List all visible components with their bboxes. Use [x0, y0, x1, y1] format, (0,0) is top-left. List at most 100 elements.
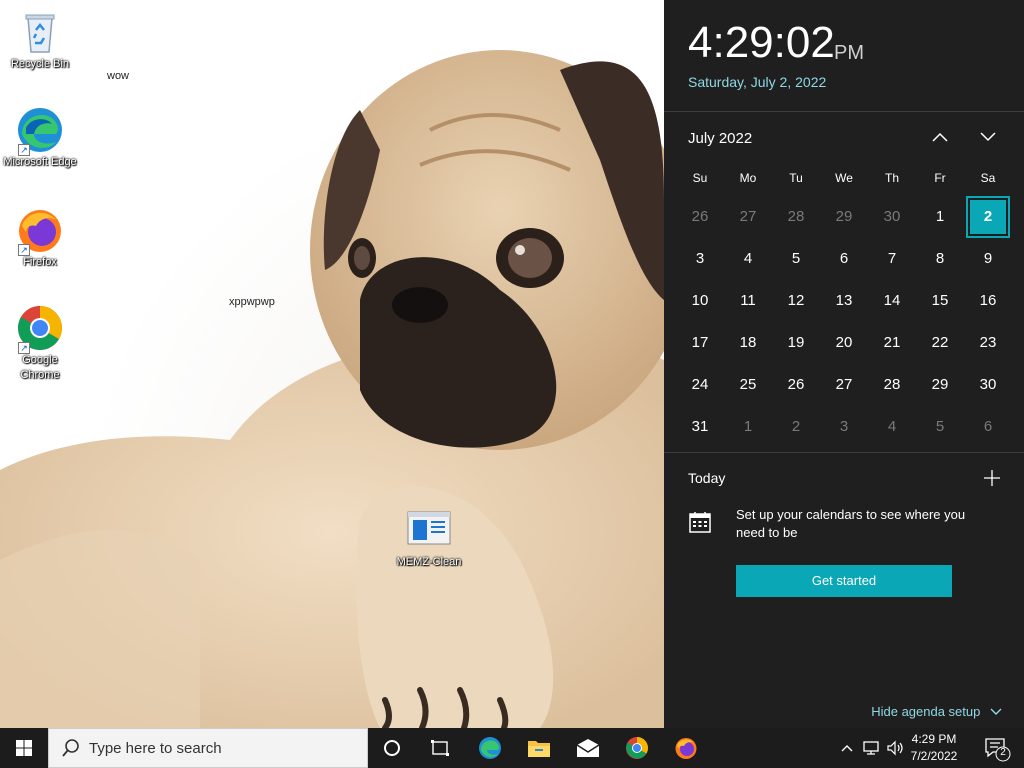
calendar-day[interactable]: 3 — [820, 406, 868, 448]
calendar-day[interactable]: 23 — [964, 322, 1012, 364]
calendar-day-label: 22 — [931, 334, 949, 351]
calendar-day[interactable]: 29 — [916, 364, 964, 406]
divider — [664, 111, 1024, 112]
calendar-day[interactable]: 5 — [916, 406, 964, 448]
calendar-day[interactable]: 20 — [820, 322, 868, 364]
volume-button[interactable] — [884, 728, 906, 768]
calendar-day[interactable]: 26 — [676, 196, 724, 238]
calendar-day[interactable]: 15 — [916, 280, 964, 322]
hide-agenda-setup-link[interactable]: Hide agenda setup — [871, 704, 1002, 719]
action-center-button[interactable]: 2 — [976, 728, 1016, 768]
calendar-day[interactable]: 14 — [868, 280, 916, 322]
desktop-icon-firefox[interactable]: ↗ Firefox — [2, 206, 78, 270]
taskbar-mail-button[interactable] — [564, 728, 612, 768]
calendar-day[interactable]: 3 — [676, 238, 724, 280]
calendar-day[interactable]: 1 — [724, 406, 772, 448]
flyout-clock-ampm: PM — [834, 42, 864, 64]
calendar-day[interactable]: 17 — [676, 322, 724, 364]
calendar-day[interactable]: 28 — [772, 196, 820, 238]
search-placeholder: Type here to search — [89, 740, 222, 757]
calendar-day-label: 21 — [883, 334, 901, 351]
calendar-day[interactable]: 28 — [868, 364, 916, 406]
calendar-day-label: 27 — [835, 376, 853, 393]
network-button[interactable] — [860, 728, 882, 768]
calendar-weeks: 26 27 28 29 30 1 2 3 4 5 6 7 8 9 10 11 12 13 14 15 16 17 18 19 2… — [676, 196, 1012, 448]
taskbar-chrome-button[interactable] — [613, 728, 661, 768]
calendar-day-label: 5 — [791, 250, 801, 267]
calendar-day[interactable]: 4 — [868, 406, 916, 448]
next-month-button[interactable] — [973, 124, 1003, 152]
chrome-icon: ↗ — [16, 304, 64, 354]
calendar-day[interactable]: 30 — [868, 196, 916, 238]
calendar-day-label: 13 — [835, 292, 853, 309]
start-button[interactable] — [0, 728, 48, 768]
calendar-day[interactable]: 1 — [916, 196, 964, 238]
calendar-day[interactable]: 30 — [964, 364, 1012, 406]
window-app-icon — [405, 506, 453, 554]
calendar-week-row: 26 27 28 29 30 1 2 — [676, 196, 1012, 238]
desktop-icon-chrome[interactable]: ↗ Google Chrome — [2, 304, 78, 383]
calendar-day[interactable]: 24 — [676, 364, 724, 406]
month-year-label[interactable]: July 2022 — [688, 130, 752, 147]
flyout-clock-time: 4:29:02 — [688, 18, 835, 67]
calendar-day[interactable]: 10 — [676, 280, 724, 322]
calendar-day[interactable]: 12 — [772, 280, 820, 322]
taskbar-file-explorer-button[interactable] — [515, 728, 563, 768]
cortana-button[interactable] — [368, 728, 416, 768]
agenda-title: Today — [688, 470, 726, 486]
calendar-day[interactable]: 27 — [820, 364, 868, 406]
get-started-button[interactable]: Get started — [736, 565, 952, 597]
calendar-day[interactable]: 19 — [772, 322, 820, 364]
desktop-icon-memz-clean[interactable]: MEMZ-Clean — [391, 506, 467, 570]
calendar-day[interactable]: 29 — [820, 196, 868, 238]
cortana-icon — [384, 740, 400, 756]
calendar-day-label: 30 — [883, 208, 901, 225]
add-event-button[interactable] — [980, 466, 1004, 490]
desktop-icon-recycle-bin[interactable]: Recycle Bin — [2, 8, 78, 72]
calendar-day-label: 3 — [839, 418, 849, 435]
agenda-setup-message: Set up your calendars to see where you n… — [736, 507, 966, 540]
calendar-day[interactable]: 9 — [964, 238, 1012, 280]
calendar-day[interactable]: 18 — [724, 322, 772, 364]
calendar-day[interactable]: 11 — [724, 280, 772, 322]
plus-icon — [984, 470, 1000, 486]
calendar-day[interactable]: 31 — [676, 406, 724, 448]
calendar-day-label: 26 — [691, 208, 709, 225]
taskbar-clock[interactable]: 4:29 PM 7/2/2022 — [904, 731, 964, 765]
task-view-button[interactable] — [416, 728, 464, 768]
calendar-day-label: 25 — [739, 376, 757, 393]
weekday-header-row: Su Mo Tu We Th Fr Sa — [676, 160, 1012, 196]
calendar-day[interactable]: 5 — [772, 238, 820, 280]
calendar-day[interactable]: 27 — [724, 196, 772, 238]
calendar-day-label: 10 — [691, 292, 709, 309]
chevron-down-icon — [980, 132, 996, 142]
desktop-icon-edge[interactable]: ↗ Microsoft Edge — [2, 106, 78, 170]
calendar-day-label: 12 — [787, 292, 805, 309]
calendar-flyout: 4:29:02 PM Saturday, July 2, 2022 July 2… — [664, 0, 1024, 728]
flyout-date-link[interactable]: Saturday, July 2, 2022 — [688, 74, 826, 90]
taskbar-search-box[interactable]: Type here to search — [48, 728, 368, 768]
calendar-day-label: 28 — [883, 376, 901, 393]
calendar-day[interactable]: 22 — [916, 322, 964, 364]
calendar-day[interactable]: 16 — [964, 280, 1012, 322]
previous-month-button[interactable] — [925, 124, 955, 152]
calendar-day-selected[interactable]: 2 — [964, 196, 1012, 238]
calendar-day[interactable]: 4 — [724, 238, 772, 280]
calendar-day[interactable]: 7 — [868, 238, 916, 280]
calendar-day-label: 7 — [887, 250, 897, 267]
calendar-day[interactable]: 13 — [820, 280, 868, 322]
calendar-day-label: 16 — [979, 292, 997, 309]
calendar-day[interactable]: 6 — [820, 238, 868, 280]
calendar-day[interactable]: 21 — [868, 322, 916, 364]
task-view-icon — [431, 740, 449, 756]
show-hidden-icons-button[interactable] — [838, 728, 856, 768]
calendar-day-label: 2 — [791, 418, 801, 435]
calendar-day[interactable]: 8 — [916, 238, 964, 280]
hide-agenda-label: Hide agenda setup — [871, 704, 981, 719]
calendar-day[interactable]: 2 — [772, 406, 820, 448]
taskbar-edge-button[interactable] — [466, 728, 514, 768]
calendar-day[interactable]: 6 — [964, 406, 1012, 448]
calendar-day[interactable]: 26 — [772, 364, 820, 406]
taskbar-firefox-button[interactable] — [662, 728, 710, 768]
calendar-day[interactable]: 25 — [724, 364, 772, 406]
